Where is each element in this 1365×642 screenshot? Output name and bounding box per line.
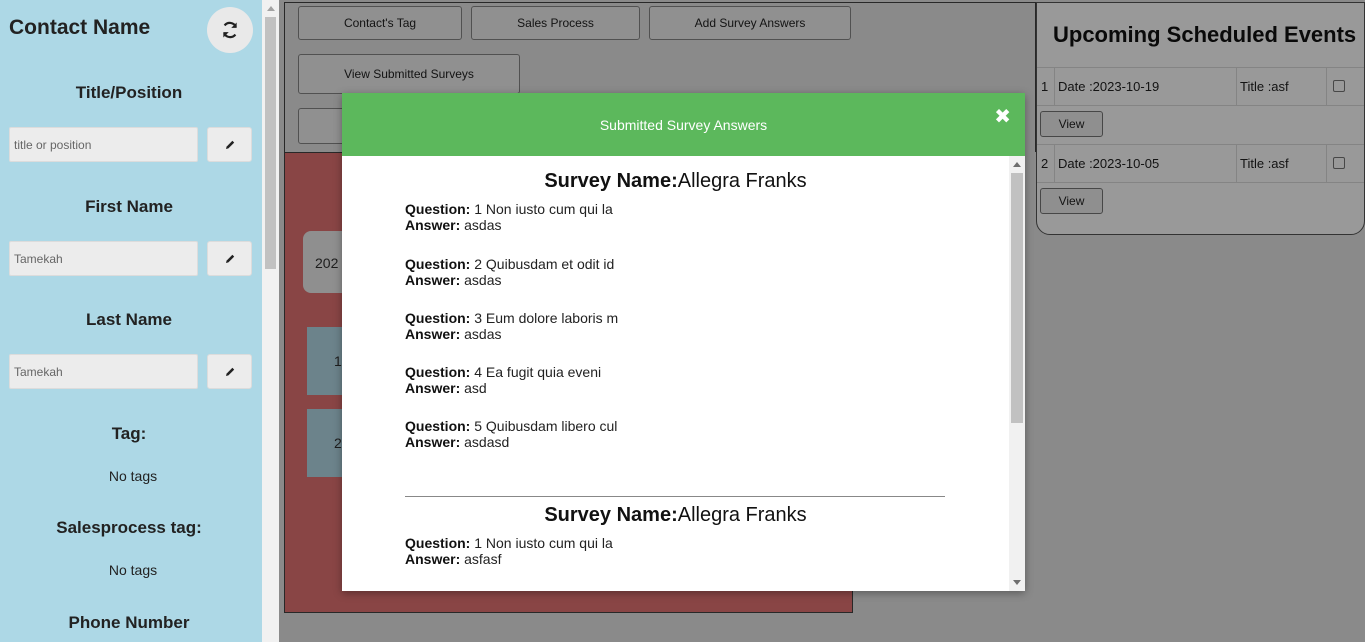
survey-divider: [405, 496, 945, 497]
modal-scrollbar[interactable]: [1009, 156, 1025, 591]
survey-heading: Survey Name:Allegra Franks: [342, 504, 1009, 527]
tag-value: No tags: [108, 468, 158, 484]
title-position-placeholder: title or position: [14, 137, 92, 152]
modal-scroll-thumb[interactable]: [1011, 173, 1023, 423]
question-label: Question:: [405, 418, 471, 434]
sidebar-scroll-thumb[interactable]: [265, 17, 276, 269]
phone-number-label: Phone Number: [68, 613, 190, 632]
question-answer-item: Question: 1 Non iusto cum qui la Answer:…: [405, 201, 613, 233]
answer-label: Answer:: [405, 326, 461, 342]
answer-text: asdas: [464, 272, 502, 288]
modal-title: Submitted Survey Answers: [599, 116, 768, 133]
answer-label: Answer:: [405, 434, 461, 450]
answer-label: Answer:: [405, 380, 461, 396]
survey-name-label: Survey Name:: [544, 504, 678, 526]
pencil-icon: [225, 140, 234, 149]
survey-name-label: Survey Name:: [544, 170, 678, 192]
question-text: 3 Eum dolore laboris m: [474, 310, 619, 326]
sidebar-scrollbar[interactable]: [262, 0, 279, 642]
answer-text: asdasd: [464, 434, 510, 450]
last-name-value: Tamekah: [14, 364, 63, 379]
modal-header: Submitted Survey Answers ✖: [342, 93, 1025, 156]
survey-heading: Survey Name:Allegra Franks: [342, 170, 1009, 193]
question-text: 1 Non iusto cum qui la: [474, 201, 613, 217]
pencil-icon: [225, 254, 234, 263]
close-icon[interactable]: ✖: [994, 107, 1011, 127]
question-answer-item: Question: 2 Quibusdam et odit id Answer:…: [405, 256, 614, 288]
edit-title-button[interactable]: [207, 127, 252, 162]
pencil-icon: [225, 367, 234, 376]
scroll-up-arrow-icon[interactable]: [1013, 162, 1021, 167]
modal-body: Survey Name:Allegra Franks Question: 1 N…: [342, 156, 1009, 591]
question-text: 1 Non iusto cum qui la: [474, 535, 613, 551]
refresh-button[interactable]: [207, 7, 253, 53]
first-name-value: Tamekah: [14, 251, 63, 266]
answer-label: Answer:: [405, 217, 461, 233]
answer-text: asdas: [464, 326, 502, 342]
submitted-survey-modal: Submitted Survey Answers ✖ Survey Name:A…: [342, 93, 1025, 591]
title-position-field[interactable]: title or position: [9, 127, 198, 162]
answer-text: asdas: [464, 217, 502, 233]
answer-label: Answer:: [405, 551, 461, 567]
question-answer-item: Question: 3 Eum dolore laboris m Answer:…: [405, 310, 618, 342]
salesprocess-tag-label: Salesprocess tag:: [56, 518, 202, 537]
first-name-label: First Name: [85, 197, 173, 216]
refresh-icon: [223, 21, 237, 39]
survey-name-value: Allegra Franks: [677, 170, 807, 192]
last-name-label: Last Name: [86, 310, 172, 329]
answer-text: asfasf: [464, 551, 502, 567]
answer-text: asd: [464, 380, 487, 396]
scroll-down-arrow-icon[interactable]: [1013, 580, 1021, 585]
survey-name-value: Allegra Franks: [677, 504, 807, 526]
scroll-up-arrow-icon[interactable]: [267, 6, 275, 11]
contact-sidebar: Contact Name Title/Position title or pos…: [0, 0, 262, 642]
question-text: 5 Quibusdam libero cul: [474, 418, 618, 434]
question-label: Question:: [405, 310, 471, 326]
question-label: Question:: [405, 201, 471, 217]
question-answer-item: Question: 1 Non iusto cum qui la Answer:…: [405, 535, 613, 567]
contact-name-heading: Contact Name: [9, 16, 151, 39]
last-name-field[interactable]: Tamekah: [9, 354, 198, 389]
question-answer-item: Question: 4 Ea fugit quia eveni Answer: …: [405, 364, 601, 396]
tag-label: Tag:: [111, 424, 147, 443]
answer-label: Answer:: [405, 272, 461, 288]
edit-last-name-button[interactable]: [207, 354, 252, 389]
question-text: 4 Ea fugit quia eveni: [474, 364, 602, 380]
question-text: 2 Quibusdam et odit id: [474, 256, 615, 272]
first-name-field[interactable]: Tamekah: [9, 241, 198, 276]
question-label: Question:: [405, 364, 471, 380]
salesprocess-tag-value: No tags: [108, 562, 158, 578]
question-label: Question:: [405, 256, 471, 272]
question-label: Question:: [405, 535, 471, 551]
edit-first-name-button[interactable]: [207, 241, 252, 276]
title-position-label: Title/Position: [75, 83, 183, 102]
question-answer-item: Question: 5 Quibusdam libero cul Answer:…: [405, 418, 617, 450]
